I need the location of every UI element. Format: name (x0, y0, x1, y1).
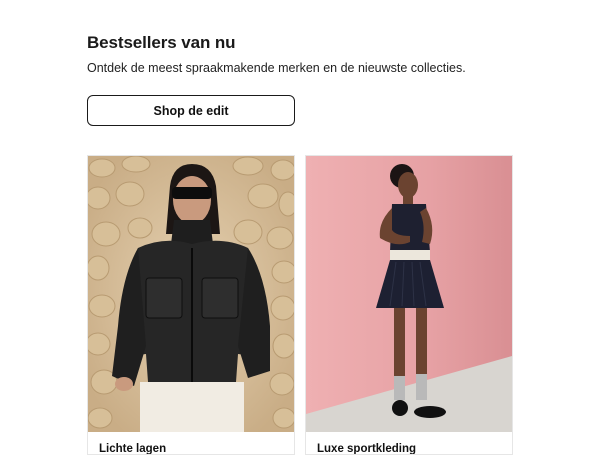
section-subtitle: Ontdek de meest spraakmakende merken en … (87, 61, 466, 75)
card-lichte-lagen[interactable]: Lichte lagen (87, 155, 295, 455)
section-title: Bestsellers van nu (87, 33, 236, 52)
card-luxe-sportkleding[interactable]: Luxe sportkleding (305, 155, 513, 455)
woman-in-black-leather-jacket-photo[interactable] (88, 156, 294, 432)
card-label: Luxe sportkleding (317, 443, 417, 455)
card-label: Lichte lagen (99, 443, 167, 455)
product-card-list: Lichte lagen Luxe sportkleding (87, 155, 527, 455)
woman-in-sporty-dress-photo[interactable] (306, 156, 512, 432)
shop-edit-button[interactable]: Shop de edit (87, 95, 295, 126)
